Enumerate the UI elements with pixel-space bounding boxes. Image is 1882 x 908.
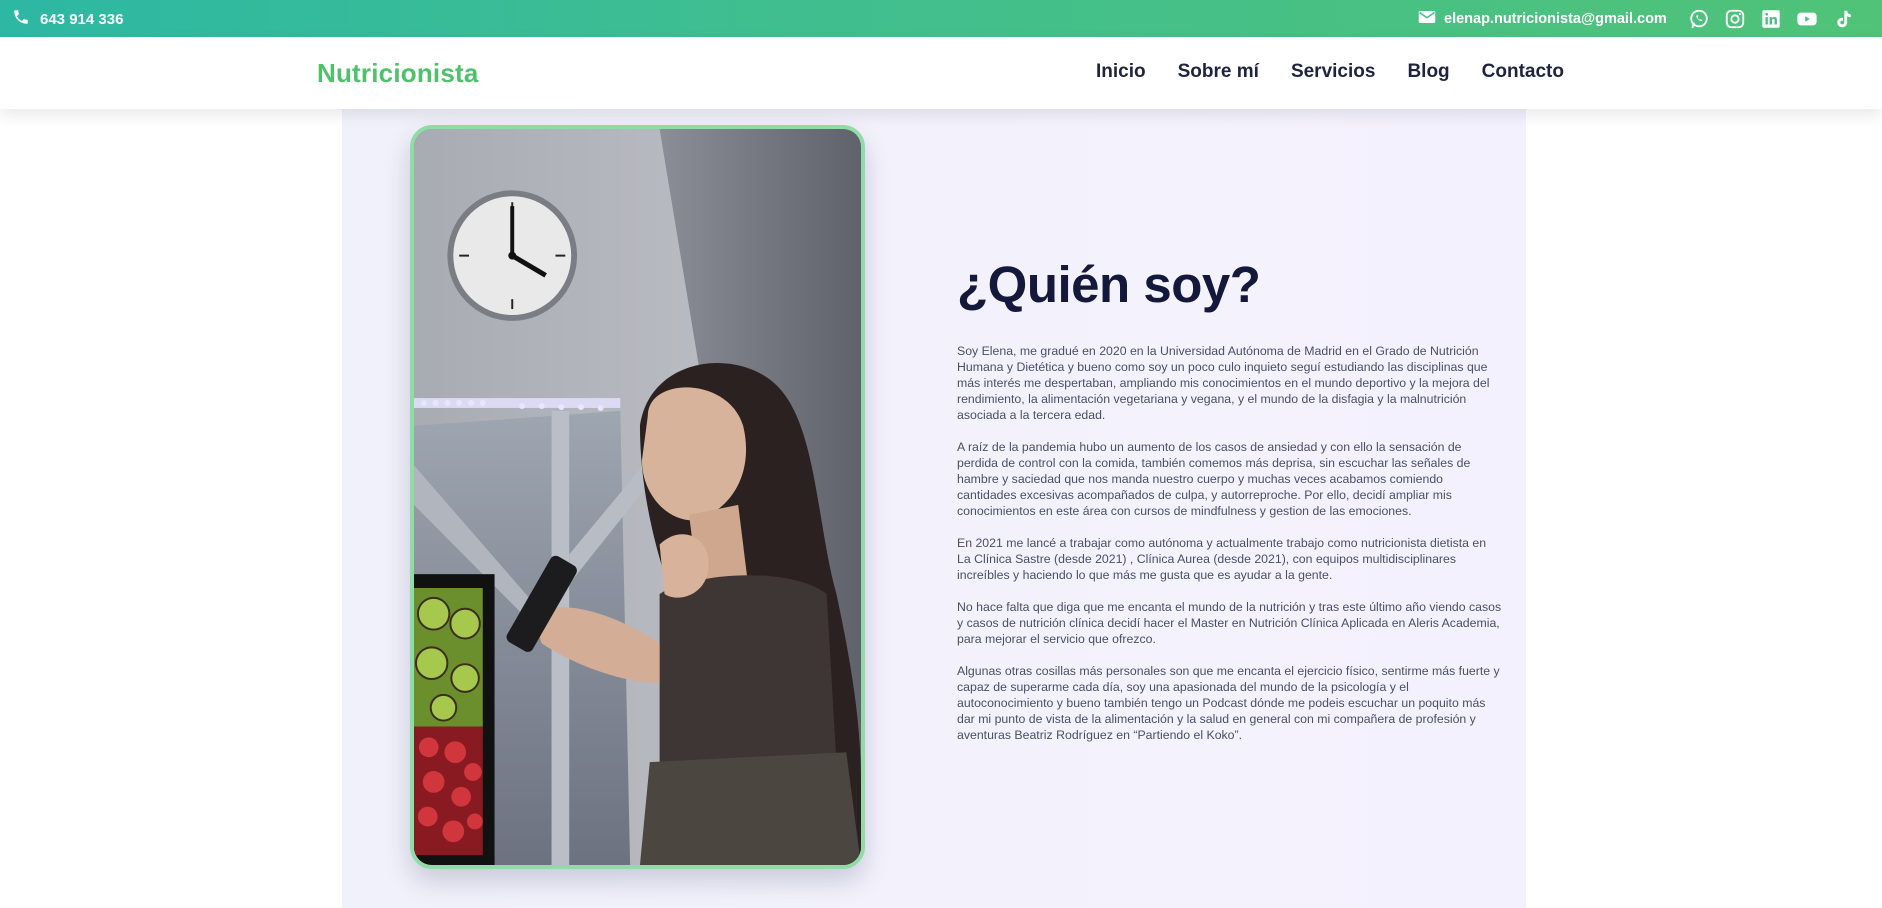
nav-servicios[interactable]: Servicios [1291,61,1376,83]
site-header: Nutricionista Inicio Sobre mí Servicios … [0,37,1882,109]
nav-contacto[interactable]: Contacto [1482,61,1564,83]
about-paragraph: Algunas otras cosillas más personales so… [957,664,1500,742]
about-title: ¿Quién soy? [957,256,1261,313]
top-contact-bar: 643 914 336 elenap.nutricionista@gmail.c… [0,0,1882,37]
nav-blog[interactable]: Blog [1407,61,1449,83]
instagram-icon[interactable] [1724,8,1746,30]
nav-inicio[interactable]: Inicio [1096,61,1146,83]
phone-contact[interactable]: 643 914 336 [12,9,123,29]
phone-icon [12,8,30,30]
about-paragraph: Soy Elena, me gradué en 2020 en la Unive… [957,344,1490,422]
envelope-icon [1418,9,1436,29]
youtube-icon[interactable] [1796,8,1818,30]
about-paragraph: En 2021 me lancé a trabajar como autónom… [957,536,1487,582]
about-paragraphs: Soy Elena, me gradué en 2020 en la Unive… [957,343,1502,743]
about-paragraph: No hace falta que diga que me encanta el… [957,600,1502,646]
main-nav: Inicio Sobre mí Servicios Blog Contacto [1096,61,1564,83]
about-paragraph: A raíz de la pandemia hubo un aumento de… [957,440,1471,518]
nav-sobre-mi[interactable]: Sobre mí [1178,61,1259,83]
email-contact[interactable]: elenap.nutricionista@gmail.com [1418,9,1667,29]
phone-number: 643 914 336 [40,10,124,28]
brand-logo[interactable]: Nutricionista [317,58,479,89]
email-address: elenap.nutricionista@gmail.com [1444,11,1667,27]
profile-photo [410,125,865,869]
social-links [1688,8,1854,30]
about-content: ¿Quién soy? Soy Elena, me gradué en 2020… [957,255,1502,759]
linkedin-icon[interactable] [1760,8,1782,30]
tiktok-icon[interactable] [1832,8,1854,30]
whatsapp-icon[interactable] [1688,8,1710,30]
